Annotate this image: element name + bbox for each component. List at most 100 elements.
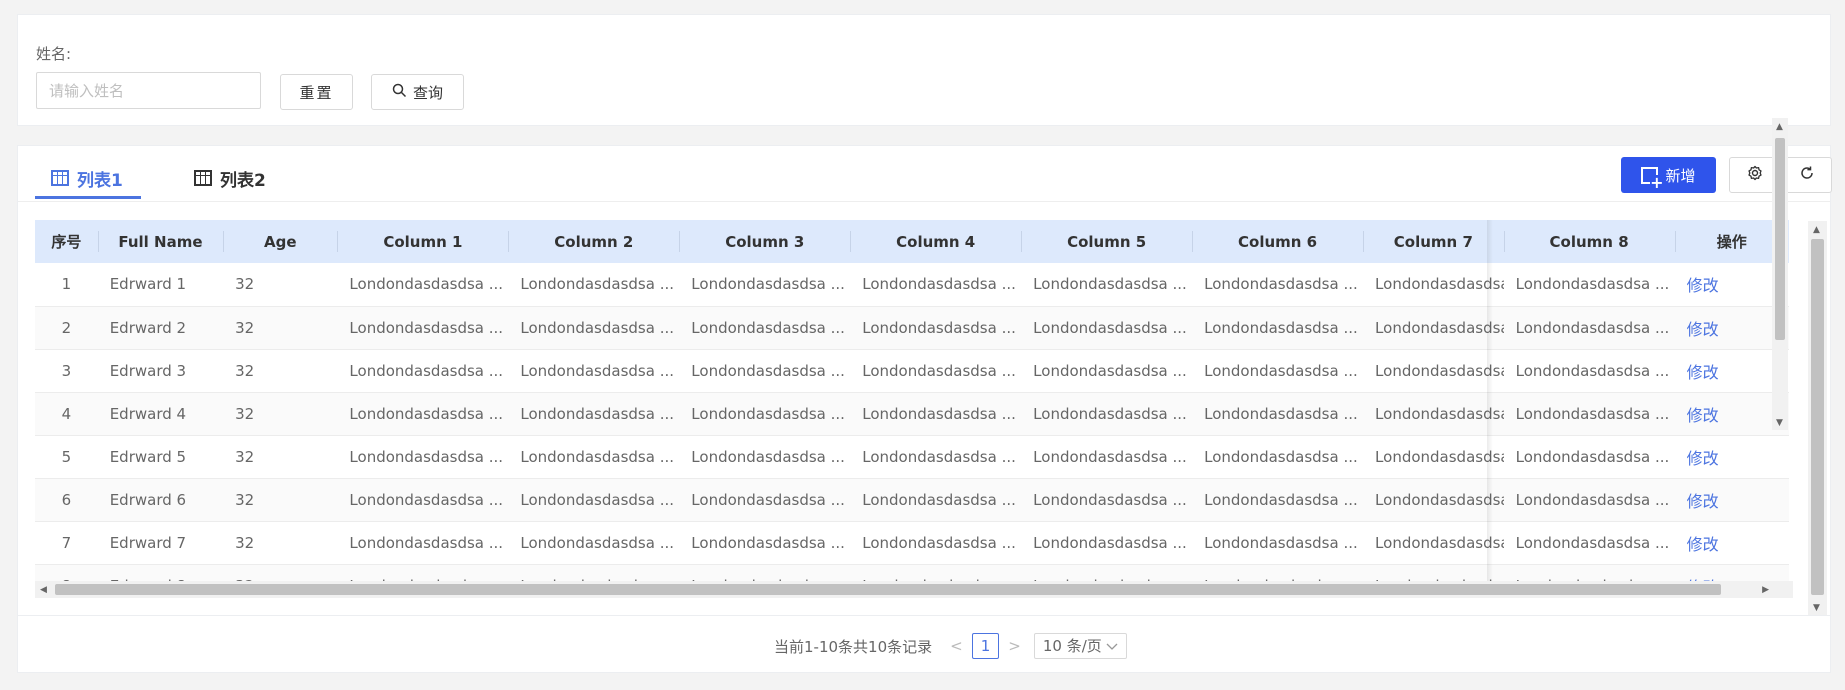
page-size-select[interactable]: 10 条/页 xyxy=(1033,633,1127,659)
cell-column-3: Londondasdasdsa ... xyxy=(679,392,851,436)
scroll-down-icon[interactable]: ▼ xyxy=(1776,418,1783,428)
panel-vertical-scrollbar[interactable]: ▲ ▼ xyxy=(1808,221,1827,615)
search-panel: 姓名: 重置 查询 xyxy=(17,14,1831,126)
column-header-column-1[interactable]: Column 1 xyxy=(337,220,509,263)
cell-column-5: Londondasdasdsa ... xyxy=(1021,521,1193,565)
cell-column-6: Londondasdasdsa ... xyxy=(1192,435,1364,479)
name-input[interactable] xyxy=(36,72,261,109)
cell-column-1: Londondasdasdsa ... xyxy=(337,263,509,307)
cell-column-4: Londondasdasdsa ... xyxy=(850,306,1022,350)
cell-column-3: Londondasdasdsa ... xyxy=(679,521,851,565)
cell-age: 32 xyxy=(223,306,338,350)
next-page-button[interactable]: > xyxy=(1008,637,1021,655)
cell-column-8: Londondasdasdsa ... xyxy=(1503,306,1675,350)
tab-list-1[interactable]: 列表1 xyxy=(35,160,141,199)
cell-column-2: Londondasdasdsa ... xyxy=(508,392,680,436)
scroll-left-icon[interactable]: ◀ xyxy=(40,585,47,595)
column-header-age[interactable]: Age xyxy=(223,220,338,263)
prev-page-button[interactable]: < xyxy=(950,637,963,655)
cell-index: 4 xyxy=(35,392,98,436)
column-header-column-7[interactable]: Column 7 xyxy=(1363,220,1504,263)
query-button[interactable]: 查询 xyxy=(371,74,464,110)
scrollbar-thumb[interactable] xyxy=(1811,239,1824,595)
pagination: 当前1-10条共10条记录 < 1 > 10 条/页 xyxy=(774,633,1127,659)
add-button[interactable]: 新增 xyxy=(1621,157,1716,193)
cell-age: 32 xyxy=(223,392,338,436)
table-row[interactable]: 1 Edrward 1 32 Londondasdasdsa ... Londondas… xyxy=(35,263,1789,307)
table-row[interactable]: 4 Edrward 4 32 Londondasdasdsa ... Londondas… xyxy=(35,392,1789,436)
cell-age: 32 xyxy=(223,263,338,307)
cell-full-name: Edrward 4 xyxy=(97,392,224,436)
cell-column-6: Londondasdasdsa ... xyxy=(1192,392,1364,436)
page-1-button[interactable]: 1 xyxy=(971,633,1000,659)
cell-column-4: Londondasdasdsa ... xyxy=(850,349,1022,393)
reset-button[interactable]: 重置 xyxy=(280,74,353,110)
cell-full-name: Edrward 7 xyxy=(97,521,224,565)
column-header-index[interactable]: 序号 xyxy=(35,220,98,263)
cell-column-3: Londondasdasdsa ... xyxy=(679,263,851,307)
cell-column-8: Londondasdasdsa ... xyxy=(1503,392,1675,436)
tab-list-2[interactable]: 列表2 xyxy=(194,160,266,196)
cell-column-8: Londondasdasdsa ... xyxy=(1503,478,1675,522)
cell-column-7: Londondasdasdsa xyxy=(1363,263,1504,307)
cell-column-7: Londondasdasdsa xyxy=(1363,392,1504,436)
cell-full-name: Edrward 5 xyxy=(97,435,224,479)
cell-column-5: Londondasdasdsa ... xyxy=(1021,478,1193,522)
column-header-column-6[interactable]: Column 6 xyxy=(1192,220,1364,263)
cell-column-8: Londondasdasdsa ... xyxy=(1503,435,1675,479)
cell-column-2: Londondasdasdsa ... xyxy=(508,478,680,522)
scroll-down-icon[interactable]: ▼ xyxy=(1813,603,1820,613)
edit-link[interactable]: 修改 xyxy=(1674,521,1789,565)
table-row[interactable]: 7 Edrward 7 32 Londondasdasdsa ... Londondas… xyxy=(35,521,1789,565)
table-row[interactable]: 5 Edrward 5 32 Londondasdasdsa ... Londondas… xyxy=(35,435,1789,479)
scrollbar-thumb[interactable] xyxy=(1775,138,1785,340)
table-row[interactable]: 6 Edrward 6 32 Londondasdasdsa ... Londondas… xyxy=(35,478,1789,522)
cell-column-6: Londondasdasdsa ... xyxy=(1192,263,1364,307)
edit-link[interactable]: 修改 xyxy=(1674,478,1789,522)
table-vertical-scrollbar[interactable]: ▲ ▼ xyxy=(1772,118,1788,430)
cell-column-7: Londondasdasdsa xyxy=(1363,521,1504,565)
refresh-button[interactable] xyxy=(1781,157,1832,193)
column-header-full-name[interactable]: Full Name xyxy=(97,220,224,263)
cell-column-4: Londondasdasdsa ... xyxy=(850,478,1022,522)
scrollbar-thumb[interactable] xyxy=(55,584,1721,595)
scroll-up-icon[interactable]: ▲ xyxy=(1813,225,1820,235)
column-header-column-3[interactable]: Column 3 xyxy=(679,220,851,263)
pagination-summary: 当前1-10条共10条记录 xyxy=(774,637,933,656)
table-row[interactable]: 3 Edrward 3 32 Londondasdasdsa ... Londondas… xyxy=(35,349,1789,393)
reset-button-label: 重置 xyxy=(299,83,334,102)
column-header-column-4[interactable]: Column 4 xyxy=(850,220,1022,263)
table-header-row: 序号 Full Name Age Column 1 Column 2 Colum… xyxy=(35,220,1789,263)
cell-age: 32 xyxy=(223,521,338,565)
scroll-right-icon[interactable]: ▶ xyxy=(1762,585,1769,595)
table-horizontal-scrollbar[interactable]: ◀ ▶ xyxy=(35,581,1793,598)
cell-column-3: Londondasdasdsa ... xyxy=(679,349,851,393)
cell-index: 3 xyxy=(35,349,98,393)
cell-index: 7 xyxy=(35,521,98,565)
cell-index: 2 xyxy=(35,306,98,350)
cell-age: 32 xyxy=(223,478,338,522)
table-icon xyxy=(194,170,212,186)
cell-column-5: Londondasdasdsa ... xyxy=(1021,263,1193,307)
name-label: 姓名: xyxy=(36,45,72,63)
add-button-label: 新增 xyxy=(1665,166,1696,185)
column-header-column-5[interactable]: Column 5 xyxy=(1021,220,1193,263)
edit-link[interactable]: 修改 xyxy=(1674,435,1789,479)
cell-column-2: Londondasdasdsa ... xyxy=(508,349,680,393)
cell-column-4: Londondasdasdsa ... xyxy=(850,435,1022,479)
cell-column-5: Londondasdasdsa ... xyxy=(1021,392,1193,436)
cell-index: 1 xyxy=(35,263,98,307)
query-button-label: 查询 xyxy=(412,83,443,102)
refresh-icon xyxy=(1799,165,1815,186)
column-header-column-8[interactable]: Column 8 xyxy=(1503,220,1675,263)
scroll-up-icon[interactable]: ▲ xyxy=(1776,122,1783,132)
cell-column-3: Londondasdasdsa ... xyxy=(679,306,851,350)
page-size-value: 10 条/页 xyxy=(1042,637,1102,655)
tab-label: 列表1 xyxy=(77,170,123,191)
table-row[interactable]: 2 Edrward 2 32 Londondasdasdsa ... Londondas… xyxy=(35,306,1789,350)
cell-column-7: Londondasdasdsa xyxy=(1363,435,1504,479)
cell-column-3: Londondasdasdsa ... xyxy=(679,435,851,479)
cell-column-6: Londondasdasdsa ... xyxy=(1192,478,1364,522)
tab-label: 列表2 xyxy=(220,170,266,191)
column-header-column-2[interactable]: Column 2 xyxy=(508,220,680,263)
